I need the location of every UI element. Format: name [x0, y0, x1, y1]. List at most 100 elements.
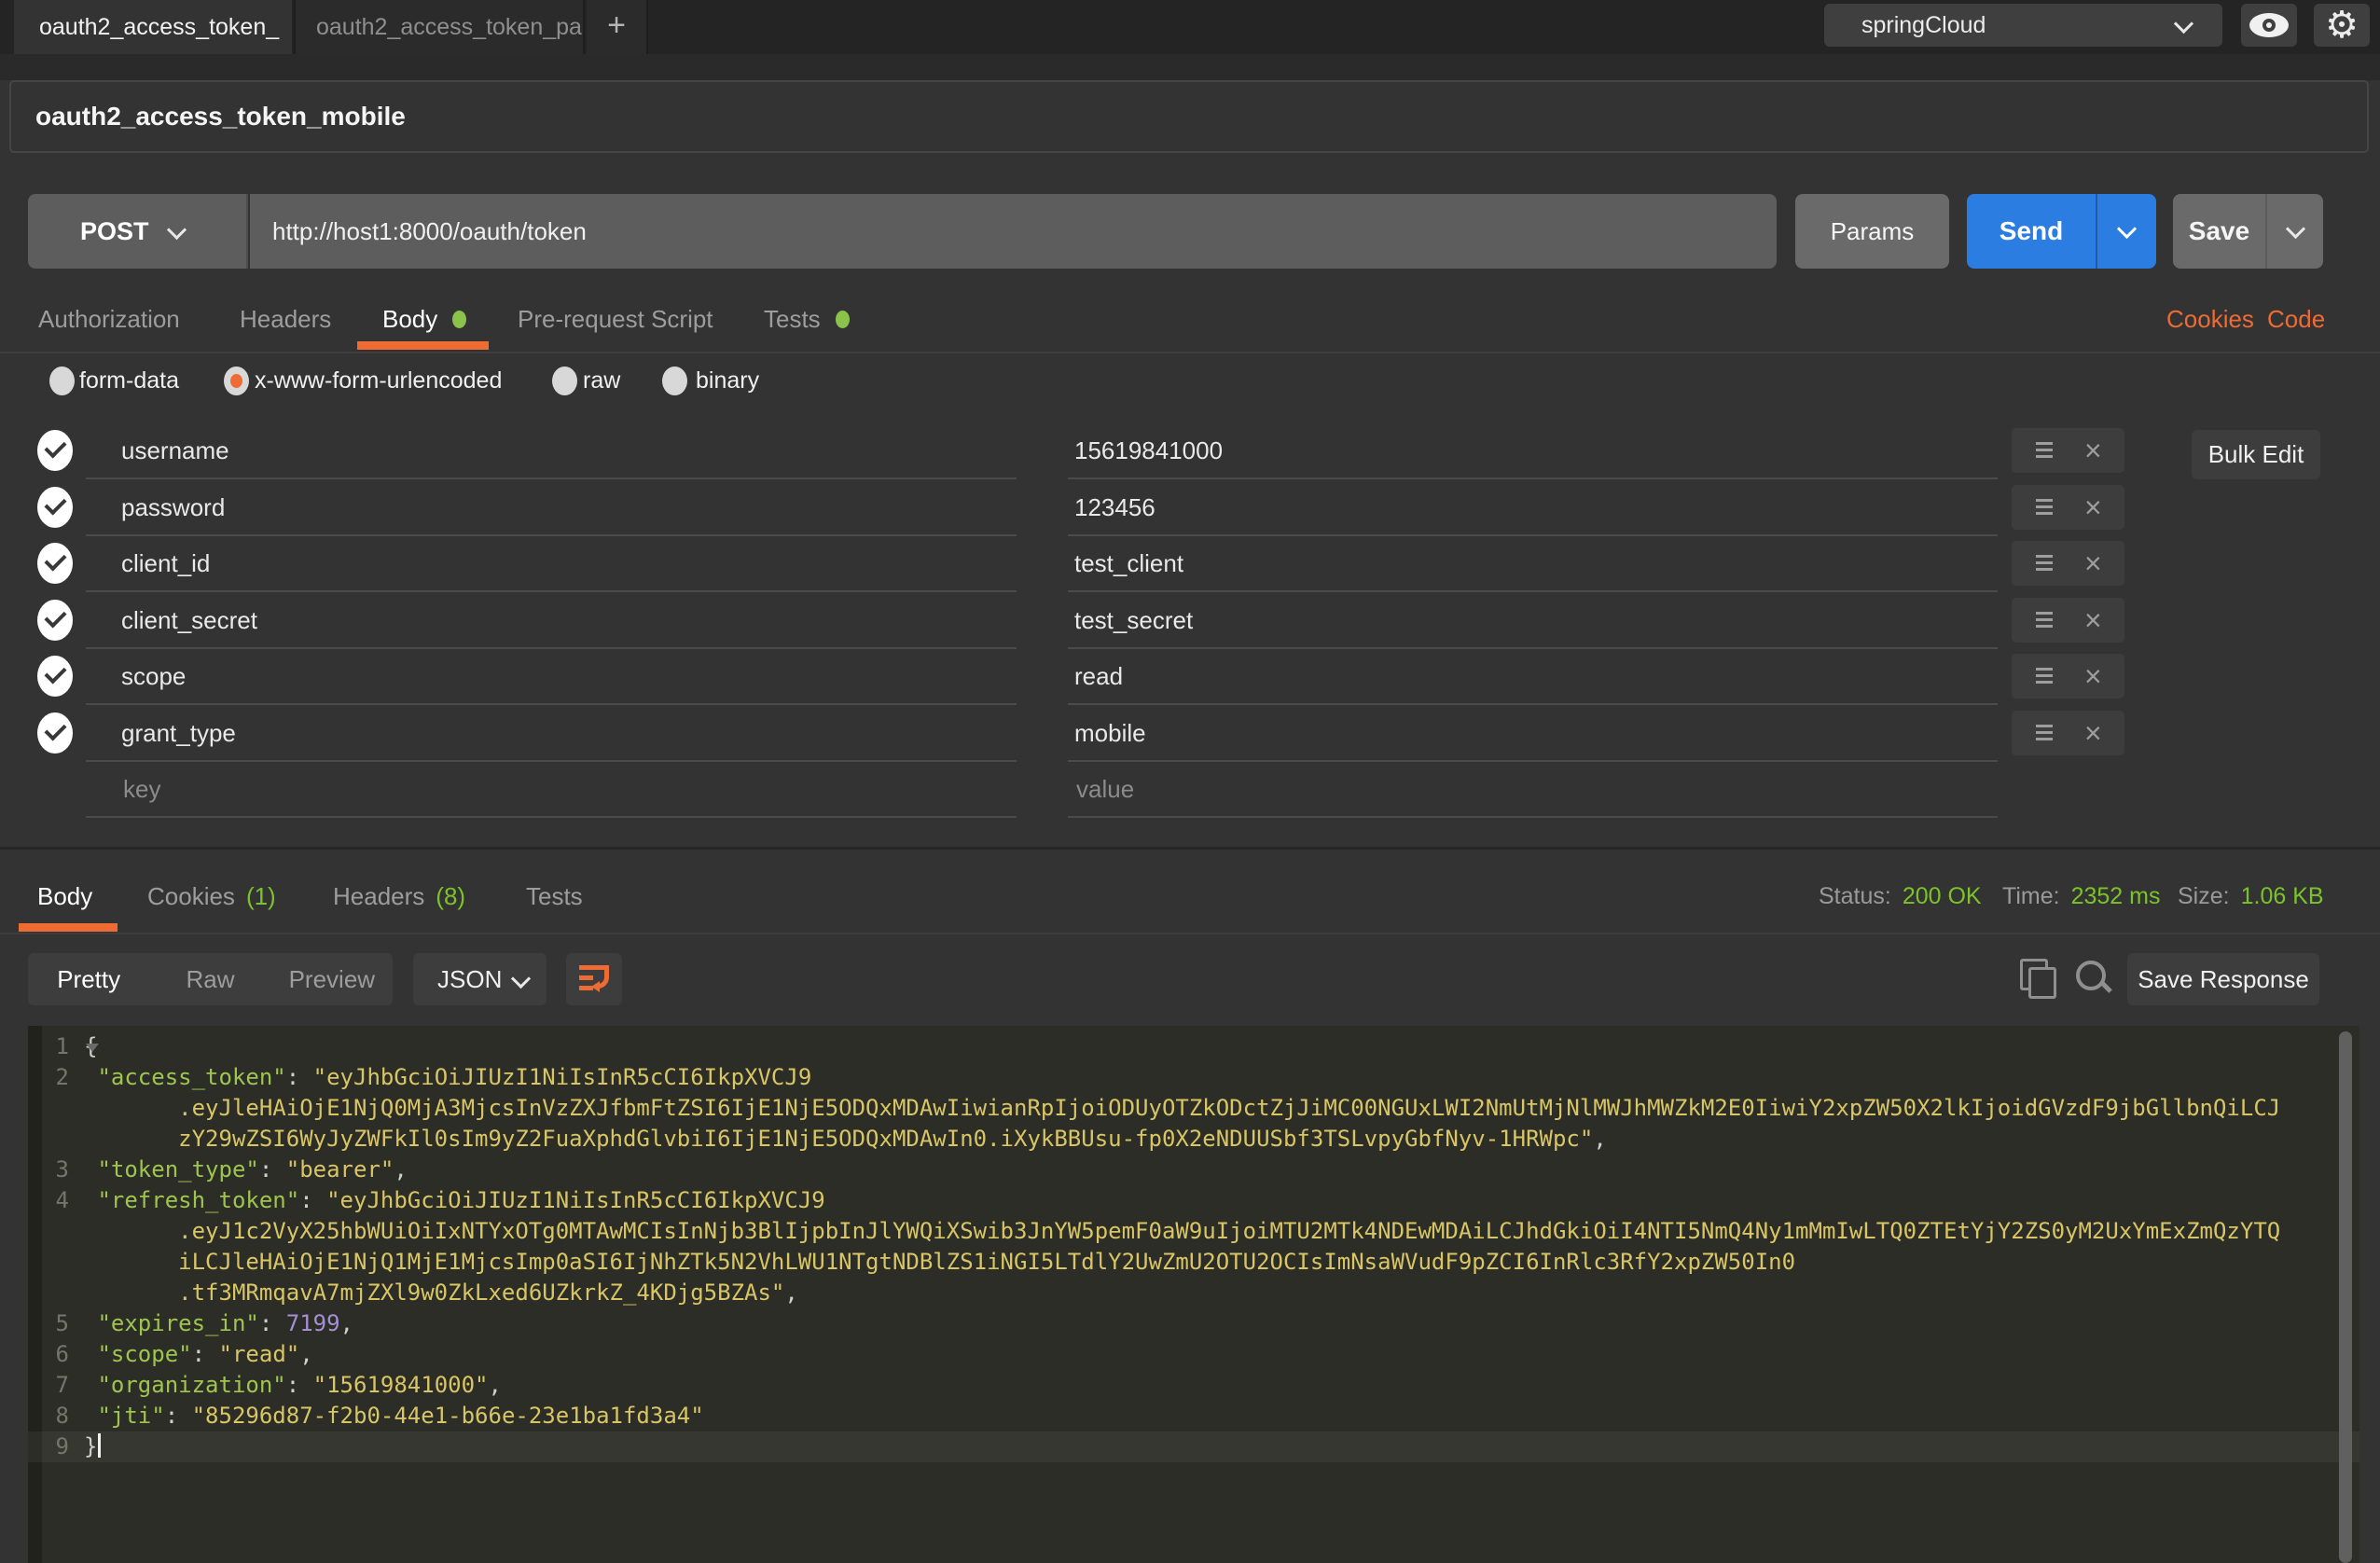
radio-form-data-label[interactable]: form-data	[79, 367, 179, 395]
code-line: 1{	[28, 1031, 2359, 1062]
key-input[interactable]	[121, 774, 871, 805]
save-label[interactable]: Save	[2173, 194, 2267, 269]
row-enabled-checkbox[interactable]	[37, 712, 73, 754]
copy-response-button[interactable]	[2020, 959, 2057, 1000]
drag-handle-icon[interactable]	[2036, 499, 2053, 515]
radio-raw-label[interactable]: raw	[583, 367, 620, 395]
cookies-link[interactable]: Cookies	[2166, 300, 2254, 338]
code-line: 2 "access_token": "eyJhbGciOiJIUzI1NiIsI…	[28, 1062, 2359, 1093]
code-line: 4 "refresh_token": "eyJhbGciOiJIUzI1NiIs…	[28, 1185, 2359, 1216]
code-link[interactable]: Code	[2267, 300, 2325, 338]
view-raw[interactable]: Raw	[149, 953, 270, 1005]
method-label: POST	[80, 217, 149, 246]
line-number	[28, 1124, 84, 1155]
key-cell[interactable]: username	[121, 422, 229, 479]
send-label[interactable]: Send	[1967, 194, 2097, 269]
key-cell[interactable]: scope	[121, 648, 186, 705]
delete-row-icon[interactable]: ×	[2084, 545, 2102, 582]
value-cell[interactable]: 123456	[1074, 479, 1155, 536]
row-enabled-checkbox[interactable]	[37, 487, 73, 528]
radio-x-www-form-urlencoded[interactable]	[224, 367, 249, 395]
save-response-button[interactable]: Save Response	[2127, 953, 2319, 1005]
line-number: 6	[28, 1339, 84, 1370]
wrap-lines-button[interactable]	[566, 953, 622, 1005]
url-field[interactable]	[250, 194, 1777, 269]
headers-count-badge: (8)	[436, 882, 465, 911]
drag-handle-icon[interactable]	[2036, 555, 2053, 571]
radio-form-data[interactable]	[49, 367, 75, 395]
url-input[interactable]	[270, 216, 1748, 247]
environment-selector[interactable]: springCloud	[1824, 4, 2222, 47]
row-actions: ×	[2012, 428, 2124, 473]
delete-row-icon[interactable]: ×	[2084, 657, 2102, 695]
tab-authorization[interactable]: Authorization	[38, 300, 180, 338]
view-pretty[interactable]: Pretty	[28, 953, 149, 1005]
key-cell[interactable]: grant_type	[121, 705, 236, 762]
line-number	[28, 1278, 84, 1308]
key-cell-placeholder[interactable]	[121, 761, 871, 818]
chevron-down-icon	[2174, 14, 2193, 34]
url-builder-row: POST Params Send Save	[0, 194, 2380, 269]
radio-x-www-form-urlencoded-label[interactable]: x-www-form-urlencoded	[255, 367, 502, 395]
eye-icon	[2249, 13, 2289, 37]
params-button[interactable]: Params	[1795, 194, 1949, 269]
chevron-down-icon	[511, 969, 531, 989]
row-enabled-checkbox[interactable]	[37, 430, 73, 471]
value-cell[interactable]: test_client	[1074, 535, 1183, 592]
radio-binary-label[interactable]: binary	[696, 367, 759, 395]
value-cell-placeholder[interactable]	[1074, 761, 1824, 818]
request-tab-inactive[interactable]: oauth2_access_token_passv	[294, 0, 585, 54]
postman-window: oauth2_access_token_ × oauth2_access_tok…	[0, 0, 2380, 1563]
tab-pre-request-script[interactable]: Pre-request Script	[518, 300, 713, 338]
view-preview[interactable]: Preview	[271, 953, 393, 1005]
row-enabled-checkbox[interactable]	[37, 543, 73, 584]
editor-scrollbar[interactable]	[2339, 1031, 2352, 1563]
new-tab-button[interactable]: +	[587, 0, 648, 54]
row-enabled-checkbox[interactable]	[37, 600, 73, 641]
value-cell[interactable]: 15619841000	[1074, 422, 1223, 479]
save-button[interactable]: Save	[2173, 194, 2323, 269]
fold-caret-icon[interactable]	[86, 1044, 99, 1052]
response-body-editor[interactable]: 1{2 "access_token": "eyJhbGciOiJIUzI1NiI…	[28, 1026, 2359, 1563]
delete-row-icon[interactable]: ×	[2084, 714, 2102, 752]
search-response-button[interactable]	[2074, 959, 2115, 1000]
tab-body[interactable]: Body	[382, 300, 466, 338]
request-tab-active[interactable]: oauth2_access_token_ ×	[14, 0, 292, 54]
value-cell[interactable]: mobile	[1074, 705, 1146, 762]
drag-handle-icon[interactable]	[2036, 668, 2053, 684]
settings-button[interactable]: ⚙	[2314, 4, 2370, 47]
drag-handle-icon[interactable]	[2036, 725, 2053, 740]
environment-quicklook-button[interactable]	[2241, 4, 2297, 47]
value-cell[interactable]: read	[1074, 648, 1123, 705]
code-line: 3 "token_type": "bearer",	[28, 1155, 2359, 1185]
delete-row-icon[interactable]: ×	[2084, 432, 2102, 469]
delete-row-icon[interactable]: ×	[2084, 602, 2102, 639]
value-input[interactable]	[1074, 774, 1824, 805]
send-button[interactable]: Send	[1967, 194, 2156, 269]
key-cell[interactable]: client_secret	[121, 592, 257, 649]
value-cell[interactable]: test_secret	[1074, 592, 1193, 649]
tab-headers[interactable]: Headers	[240, 300, 331, 338]
response-tab-tests[interactable]: Tests	[526, 873, 583, 920]
send-options-button[interactable]	[2097, 194, 2156, 269]
time-label: Time:	[2002, 883, 2060, 910]
format-selector[interactable]: JSON	[413, 953, 547, 1005]
radio-raw[interactable]	[552, 367, 577, 395]
key-cell[interactable]: password	[121, 479, 225, 536]
bulk-edit-button[interactable]: Bulk Edit	[2192, 430, 2320, 479]
code-line: .eyJ1c2VyX25hbWUiOiIxNTYxOTg0MTAwMCIsInN…	[28, 1216, 2359, 1247]
method-selector[interactable]: POST	[28, 194, 248, 269]
row-enabled-checkbox[interactable]	[37, 656, 73, 697]
tab-tests[interactable]: Tests	[764, 300, 850, 338]
save-options-button[interactable]	[2267, 194, 2323, 269]
drag-handle-icon[interactable]	[2036, 442, 2053, 458]
status-label: Status:	[1819, 883, 1891, 910]
response-tab-body[interactable]: Body	[37, 873, 92, 920]
delete-row-icon[interactable]: ×	[2084, 489, 2102, 526]
response-tab-headers[interactable]: Headers (8)	[333, 873, 465, 920]
radio-binary[interactable]	[662, 367, 687, 395]
key-cell[interactable]: client_id	[121, 535, 210, 592]
drag-handle-icon[interactable]	[2036, 612, 2053, 628]
response-tab-cookies[interactable]: Cookies (1)	[147, 873, 276, 920]
code-line: 6 "scope": "read",	[28, 1339, 2359, 1370]
